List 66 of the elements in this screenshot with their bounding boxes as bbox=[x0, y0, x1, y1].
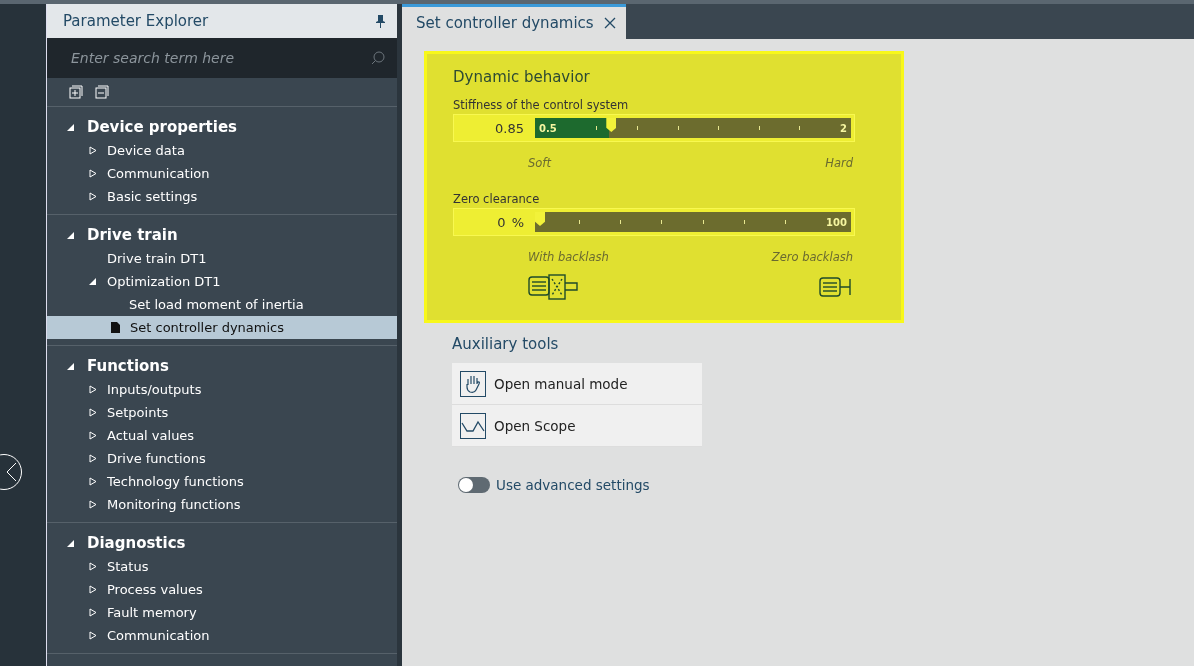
scale-label: Zero backlash bbox=[771, 250, 853, 264]
chevron-left-icon bbox=[5, 462, 17, 482]
collapse-triangle-icon[interactable] bbox=[67, 538, 75, 548]
collapse-all-icon[interactable] bbox=[95, 85, 109, 99]
tree-item[interactable]: Status bbox=[47, 555, 397, 578]
tab[interactable]: Set controller dynamics bbox=[402, 4, 626, 39]
expand-triangle-icon[interactable] bbox=[89, 454, 97, 463]
expand-triangle-icon[interactable] bbox=[89, 385, 97, 394]
expand-triangle-icon[interactable] bbox=[89, 562, 97, 571]
collapse-triangle-icon[interactable] bbox=[67, 230, 75, 240]
tree-item[interactable]: Communication bbox=[47, 162, 397, 185]
toggle-switch[interactable] bbox=[458, 477, 490, 493]
section-header[interactable]: Drive train bbox=[47, 223, 397, 247]
section-header[interactable]: Diagnostics bbox=[47, 531, 397, 555]
geared-motor-icon bbox=[528, 274, 580, 300]
tree-item[interactable]: Technology functions bbox=[47, 470, 397, 493]
slider-label: Zero clearance bbox=[453, 192, 541, 206]
tree-item[interactable]: Drive functions bbox=[47, 447, 397, 470]
expand-triangle-icon[interactable] bbox=[89, 477, 97, 486]
tree-item[interactable]: Device data bbox=[47, 139, 397, 162]
expand-triangle-icon[interactable] bbox=[89, 431, 97, 440]
toggle-label[interactable]: Use advanced settings bbox=[496, 477, 650, 493]
slider-label: Stiffness of the control system bbox=[453, 98, 630, 112]
motor-icon bbox=[819, 276, 853, 298]
scale-label: Hard bbox=[825, 156, 853, 170]
search-icon[interactable] bbox=[371, 51, 385, 65]
tree-item[interactable]: Communication bbox=[47, 624, 397, 647]
expand-triangle-icon[interactable] bbox=[89, 631, 97, 640]
expand-triangle-icon[interactable] bbox=[89, 192, 97, 201]
scale-label: With backlash bbox=[528, 250, 609, 264]
expand-all-icon[interactable] bbox=[69, 85, 83, 99]
tree-item[interactable]: Actual values bbox=[47, 424, 397, 447]
tree-item[interactable]: Set load moment of inertia bbox=[47, 293, 397, 316]
hand-icon bbox=[460, 370, 486, 397]
tool-button[interactable]: Open Scope bbox=[452, 405, 702, 447]
tree-item[interactable]: Drive train DT1 bbox=[47, 247, 397, 270]
expand-triangle-icon[interactable] bbox=[89, 608, 97, 617]
document-icon bbox=[111, 322, 120, 333]
card-title: Dynamic behavior bbox=[453, 68, 591, 86]
close-icon[interactable] bbox=[603, 17, 616, 29]
section-title: Auxiliary tools bbox=[452, 335, 560, 353]
expand-triangle-icon[interactable] bbox=[89, 169, 97, 178]
tree-item[interactable]: Fault memory bbox=[47, 601, 397, 624]
search-field[interactable]: Enter search term here bbox=[69, 49, 363, 67]
tool-button[interactable]: Open manual mode bbox=[452, 363, 702, 405]
search-bar[interactable]: Enter search term here bbox=[47, 38, 397, 78]
pin-icon[interactable] bbox=[376, 14, 385, 28]
tree-item[interactable]: Basic settings bbox=[47, 185, 397, 208]
collapse-triangle-icon[interactable] bbox=[89, 277, 97, 286]
expand-triangle-icon[interactable] bbox=[89, 146, 97, 155]
section-header[interactable]: Device properties bbox=[47, 115, 397, 139]
scope-wave-icon bbox=[460, 412, 486, 439]
scale-label: Soft bbox=[528, 156, 551, 170]
collapse-triangle-icon[interactable] bbox=[67, 361, 75, 371]
expand-triangle-icon[interactable] bbox=[89, 585, 97, 594]
expand-triangle-icon[interactable] bbox=[89, 500, 97, 509]
section-header[interactable]: Functions bbox=[47, 354, 397, 378]
tree-item[interactable]: Process values bbox=[47, 578, 397, 601]
tree-item[interactable]: Optimization DT1 bbox=[47, 270, 397, 293]
tree-item[interactable]: Setpoints bbox=[47, 401, 397, 424]
panel-title: Parameter Explorer bbox=[63, 12, 209, 30]
collapse-triangle-icon[interactable] bbox=[67, 122, 75, 132]
expand-triangle-icon[interactable] bbox=[89, 408, 97, 417]
tree-item[interactable]: Inputs/outputs bbox=[47, 378, 397, 401]
tree-item[interactable]: Monitoring functions bbox=[47, 493, 397, 516]
tree-item[interactable]: Set controller dynamics bbox=[47, 316, 397, 339]
